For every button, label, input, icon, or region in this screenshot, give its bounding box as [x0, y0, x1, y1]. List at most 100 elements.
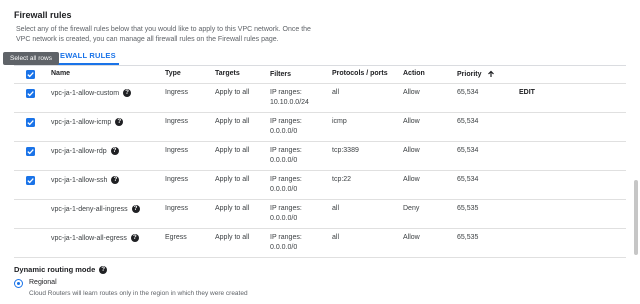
column-header-protocols: Protocols / ports — [332, 70, 388, 77]
rule-filters: IP ranges: 0.0.0.0/0 — [270, 117, 302, 137]
rule-action: Allow — [403, 147, 420, 154]
row-checkbox[interactable] — [26, 176, 35, 185]
column-header-priority[interactable]: Priority — [457, 70, 495, 78]
rule-type: Ingress — [165, 205, 188, 212]
filters-label: IP ranges: — [270, 176, 302, 183]
rule-type: Ingress — [165, 89, 188, 96]
rule-targets: Apply to all — [215, 234, 250, 241]
rule-filters: IP ranges: 0.0.0.0/0 — [270, 146, 302, 166]
column-header-action: Action — [403, 70, 425, 77]
column-header-priority-label: Priority — [457, 70, 482, 78]
help-circle-icon[interactable]: ? — [115, 118, 124, 126]
rule-name: vpc-ja-1-allow-custom? — [51, 89, 132, 97]
firewall-rules-description: Select any of the firewall rules below t… — [16, 26, 311, 43]
rule-name: vpc-ja-1-deny-all-ingress? — [51, 205, 140, 213]
filters-label: IP ranges: — [270, 205, 302, 212]
filters-value: 0.0.0.0/0 — [270, 157, 298, 164]
rule-type: Ingress — [165, 118, 188, 125]
filters-value: 0.0.0.0/0 — [270, 186, 298, 193]
rule-type: Ingress — [165, 176, 188, 183]
filters-label: IP ranges: — [270, 89, 302, 96]
rule-name-text: vpc-ja-1-allow-rdp — [51, 147, 107, 155]
rule-name-text: vpc-ja-1-allow-icmp — [51, 118, 112, 126]
rule-name-text: vpc-ja-1-allow-all-egress — [51, 234, 127, 242]
check-icon — [27, 72, 34, 78]
check-icon — [27, 149, 34, 155]
filters-label: IP ranges: — [270, 234, 302, 241]
rule-name: vpc-ja-1-allow-all-egress? — [51, 234, 139, 242]
table-row: vpc-ja-1-allow-rdp? Ingress Apply to all… — [14, 142, 626, 171]
column-header-type: Type — [165, 70, 181, 77]
column-header-filters: Filters — [270, 71, 292, 78]
regional-radio-label[interactable]: Regional — [29, 279, 57, 286]
rule-targets: Apply to all — [215, 147, 250, 154]
rule-filters: IP ranges: 0.0.0.0/0 — [270, 175, 302, 195]
select-all-checkbox[interactable] — [26, 70, 35, 79]
rule-filters: IP ranges: 0.0.0.0/0 — [270, 233, 302, 253]
help-circle-icon[interactable]: ? — [130, 234, 139, 242]
rule-protocols: tcp:22 — [332, 176, 352, 183]
page-scrollbar[interactable] — [634, 180, 638, 255]
check-icon — [27, 120, 34, 126]
help-circle-icon[interactable]: ? — [110, 147, 119, 155]
rule-protocols: tcp:3389 — [332, 147, 359, 154]
rule-priority: 65,535 — [457, 234, 479, 241]
rule-priority: 65,534 — [457, 147, 479, 154]
check-icon — [27, 91, 34, 97]
table-row: vpc-ja-1-allow-all-egress? Egress Apply … — [14, 229, 626, 258]
rule-action: Allow — [403, 176, 420, 183]
row-checkbox[interactable] — [26, 118, 35, 127]
rule-protocols: all — [332, 234, 340, 241]
rule-name: vpc-ja-1-allow-ssh? — [51, 176, 120, 184]
edit-button[interactable]: EDIT — [519, 89, 535, 96]
help-circle-icon[interactable]: ? — [99, 266, 108, 275]
filters-value: 0.0.0.0/0 — [270, 215, 298, 222]
row-checkbox[interactable] — [26, 89, 35, 98]
column-header-targets: Targets — [215, 70, 240, 77]
filters-label: IP ranges: — [270, 147, 302, 154]
table-row: vpc-ja-1-allow-custom? Ingress Apply to … — [14, 84, 626, 113]
filters-label: IP ranges: — [270, 118, 302, 125]
rule-filters: IP ranges: 0.0.0.0/0 — [270, 204, 302, 224]
rule-name: vpc-ja-1-allow-rdp? — [51, 147, 119, 155]
rule-type: Ingress — [165, 147, 188, 154]
rule-targets: Apply to all — [215, 205, 250, 212]
rule-priority: 65,535 — [457, 205, 479, 212]
filters-value: 0.0.0.0/0 — [270, 128, 298, 135]
help-circle-icon[interactable]: ? — [131, 205, 140, 213]
firewall-rules-title: Firewall rules — [14, 10, 72, 20]
rule-targets: Apply to all — [215, 176, 250, 183]
table-header-row: Name Type Targets Filters Protocols / po… — [14, 66, 626, 84]
rule-action: Allow — [403, 234, 420, 241]
rule-action: Allow — [403, 118, 420, 125]
rule-name-text: vpc-ja-1-allow-custom — [51, 89, 120, 97]
help-circle-icon[interactable]: ? — [123, 89, 132, 97]
filters-value: 10.10.0.0/24 — [270, 99, 309, 106]
row-checkbox[interactable] — [26, 147, 35, 156]
arrow-upward-icon[interactable] — [487, 70, 495, 78]
regional-radio-description: Cloud Routers will learn routes only in … — [29, 290, 248, 297]
table-row: vpc-ja-1-allow-ssh? Ingress Apply to all… — [14, 171, 626, 200]
rule-type: Egress — [165, 234, 187, 241]
rule-name: vpc-ja-1-allow-icmp? — [51, 118, 124, 126]
rule-targets: Apply to all — [215, 89, 250, 96]
dynamic-routing-title: Dynamic routing mode? — [14, 265, 108, 275]
regional-radio[interactable] — [14, 279, 23, 288]
rule-action: Deny — [403, 205, 420, 212]
table-row: vpc-ja-1-allow-icmp? Ingress Apply to al… — [14, 113, 626, 142]
rule-priority: 65,534 — [457, 89, 479, 96]
rule-name-text: vpc-ja-1-allow-ssh — [51, 176, 108, 184]
rule-targets: Apply to all — [215, 118, 250, 125]
rule-protocols: icmp — [332, 118, 347, 125]
column-header-name: Name — [51, 70, 71, 77]
dynamic-routing-title-text: Dynamic routing mode — [14, 265, 96, 274]
table-row: vpc-ja-1-deny-all-ingress? Ingress Apply… — [14, 200, 626, 229]
help-circle-icon[interactable]: ? — [111, 176, 120, 184]
rule-filters: IP ranges: 10.10.0.0/24 — [270, 88, 309, 108]
radio-selected-dot — [16, 281, 20, 285]
rule-name-text: vpc-ja-1-deny-all-ingress — [51, 205, 128, 213]
filters-value: 0.0.0.0/0 — [270, 244, 298, 251]
select-all-tooltip: Select all rows — [3, 52, 59, 65]
rule-priority: 65,534 — [457, 176, 479, 183]
rule-action: Allow — [403, 89, 420, 96]
